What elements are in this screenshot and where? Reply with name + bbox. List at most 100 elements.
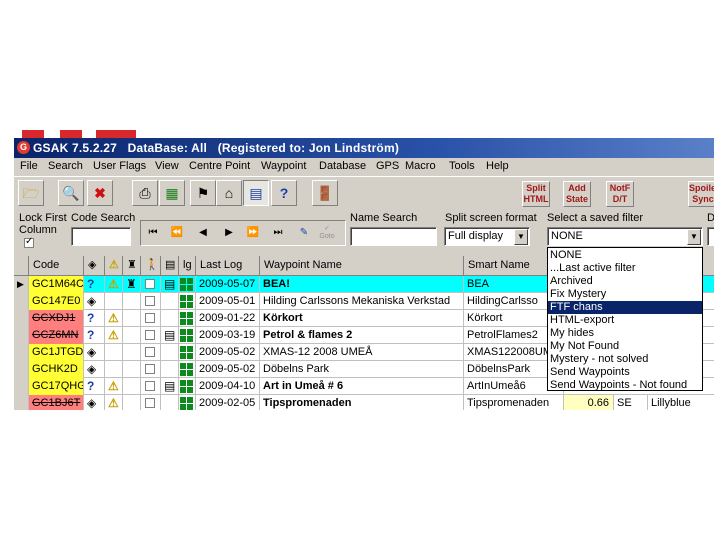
first-record-icon[interactable]: ⏮ (143, 225, 163, 241)
row-indicator[interactable] (14, 327, 29, 344)
cell-waypoint-name[interactable]: Körkort (260, 310, 464, 327)
exit-button[interactable]: 🚪 (312, 180, 338, 206)
menu-search[interactable]: Search (48, 160, 83, 172)
split-screen-format-select[interactable]: Full display ▼ (444, 227, 530, 246)
chevron-down-icon[interactable]: ▼ (514, 229, 528, 245)
cell-code[interactable]: GC147E0 (29, 293, 84, 310)
next-page-icon[interactable]: ⏩ (243, 225, 263, 241)
edit-record-icon[interactable]: ✎ (294, 225, 314, 241)
filter-option[interactable]: Mystery - not solved (548, 353, 702, 366)
menu-user-flags[interactable]: User Flags (93, 160, 146, 172)
cell-code[interactable]: GC17QHG (29, 378, 84, 395)
cell-code[interactable]: GCHK2D (29, 361, 84, 378)
open-folder-button[interactable]: 🗁 (18, 180, 44, 206)
cell-code[interactable]: GC1M64C (29, 276, 84, 293)
menu-view[interactable]: View (155, 160, 179, 172)
row-indicator[interactable] (14, 395, 29, 410)
cell-notes (161, 293, 179, 310)
user-flag-checkbox[interactable] (145, 398, 155, 408)
header-found-icon[interactable]: ◈ (84, 256, 105, 276)
header-notes-icon[interactable]: ▤ (161, 256, 179, 276)
filter-option[interactable]: NONE (548, 249, 702, 262)
cell-code[interactable]: GCZ6MN (29, 327, 84, 344)
map-button[interactable]: ▦ (159, 180, 185, 206)
filter-option[interactable]: HTML-export (548, 314, 702, 327)
lock-first-column-checkbox[interactable]: ✓ (24, 236, 34, 248)
signpost-icon: ⚑ (196, 185, 210, 201)
row-indicator[interactable] (14, 293, 29, 310)
cell-waypoint-name[interactable]: Hilding Carlssons Mekaniska Verkstad (260, 293, 464, 310)
print-button[interactable]: ⎙ (132, 180, 158, 206)
goto-label: Goto (319, 233, 335, 240)
filter-option[interactable]: Send Waypoints - Not found (548, 379, 702, 392)
user-flag-checkbox[interactable] (145, 330, 155, 340)
user-flag-checkbox[interactable] (145, 296, 155, 306)
header-lg[interactable]: lg (179, 256, 196, 276)
user-flag-checkbox[interactable] (145, 381, 155, 391)
next-record-icon[interactable]: ▶ (219, 225, 239, 241)
menu-tools[interactable]: Tools (449, 160, 475, 172)
user-flag-checkbox[interactable] (145, 364, 155, 374)
user-flag-checkbox[interactable] (145, 279, 155, 289)
menu-centre-point[interactable]: Centre Point (189, 160, 250, 172)
split-html-button[interactable]: Split HTML (522, 181, 550, 207)
menu-gps[interactable]: GPS (376, 160, 399, 172)
home-button[interactable]: ⌂ (216, 180, 242, 206)
prev-page-icon[interactable]: ⏪ (167, 225, 187, 241)
row-indicator[interactable] (14, 310, 29, 327)
cell-waypoint-name[interactable]: Döbelns Park (260, 361, 464, 378)
help-button[interactable]: ? (271, 180, 297, 206)
goto-icon[interactable]: ✓ Goto (317, 225, 337, 241)
row-indicator[interactable] (14, 378, 29, 395)
header-code[interactable]: Code (29, 256, 84, 276)
title-bar[interactable]: G GSAK 7.5.2.27 DataBase: All (Registere… (14, 138, 714, 158)
chevron-down-icon[interactable]: ▼ (687, 229, 701, 245)
centre-point-button[interactable]: ⚑ (190, 180, 216, 206)
cell-code[interactable]: GCXDJ1 (29, 310, 84, 327)
notf-dt-button[interactable]: NotF D/T (606, 181, 634, 207)
menu-macro[interactable]: Macro (405, 160, 436, 172)
cell-waypoint-name[interactable]: Art in Umeå # 6 (260, 378, 464, 395)
cell-code[interactable]: GC1JTGD (29, 344, 84, 361)
code-search-input[interactable] (71, 227, 131, 246)
filter-option[interactable]: Fix Mystery (548, 288, 702, 301)
filter-option[interactable]: My Not Found (548, 340, 702, 353)
user-flag-checkbox[interactable] (145, 313, 155, 323)
last-record-icon[interactable]: ⏭ (268, 225, 288, 241)
delete-button[interactable]: ✖ (87, 180, 113, 206)
filter-option[interactable]: FTF chans (548, 301, 702, 314)
menu-help[interactable]: Help (486, 160, 509, 172)
spoiler-sync-button[interactable]: Spoiler Sync (688, 181, 714, 207)
row-indicator[interactable]: ▶ (14, 276, 29, 293)
filter-option[interactable]: My hides (548, 327, 702, 340)
cell-waypoint-name[interactable]: BEA! (260, 276, 464, 293)
header-person-icon[interactable]: 🚶 (141, 256, 161, 276)
user-flag-checkbox[interactable] (145, 347, 155, 357)
header-warning-icon[interactable]: ⚠ (105, 256, 123, 276)
prev-record-icon[interactable]: ◀ (193, 225, 213, 241)
header-last-log[interactable]: Last Log (196, 256, 260, 276)
add-state-button[interactable]: Add State (563, 181, 591, 207)
menu-database[interactable]: Database (319, 160, 366, 172)
split-window-button[interactable]: ▤ (243, 180, 269, 206)
d-input[interactable] (707, 227, 714, 246)
filter-option[interactable]: Send Waypoints (548, 366, 702, 379)
cell-waypoint-name[interactable]: XMAS-12 2008 UMEÅ (260, 344, 464, 361)
saved-filter-select[interactable]: NONE ▼ (547, 227, 703, 246)
search-button[interactable]: 🔍 (58, 180, 84, 206)
row-indicator[interactable] (14, 344, 29, 361)
menu-file[interactable]: File (20, 160, 38, 172)
menu-waypoint[interactable]: Waypoint (261, 160, 306, 172)
traditional-cache-icon: ◈ (87, 345, 97, 359)
header-trophy-icon[interactable]: ♜ (123, 256, 141, 276)
row-indicator[interactable] (14, 361, 29, 378)
cell-waypoint-name[interactable]: Tipspromenaden (260, 395, 464, 410)
table-row[interactable]: GC1BJ6T ◈ ⚠ 2009-02-05 Tipspromenaden Tipspro… (14, 395, 714, 410)
cell-waypoint-name[interactable]: Petrol & flames 2 (260, 327, 464, 344)
filter-option[interactable]: Archived (548, 275, 702, 288)
cell-code[interactable]: GC1BJ6T (29, 395, 84, 410)
cell-flag (141, 276, 161, 293)
name-search-input[interactable] (350, 227, 437, 246)
header-waypoint-name[interactable]: Waypoint Name (260, 256, 464, 276)
filter-option[interactable]: ...Last active filter (548, 262, 702, 275)
